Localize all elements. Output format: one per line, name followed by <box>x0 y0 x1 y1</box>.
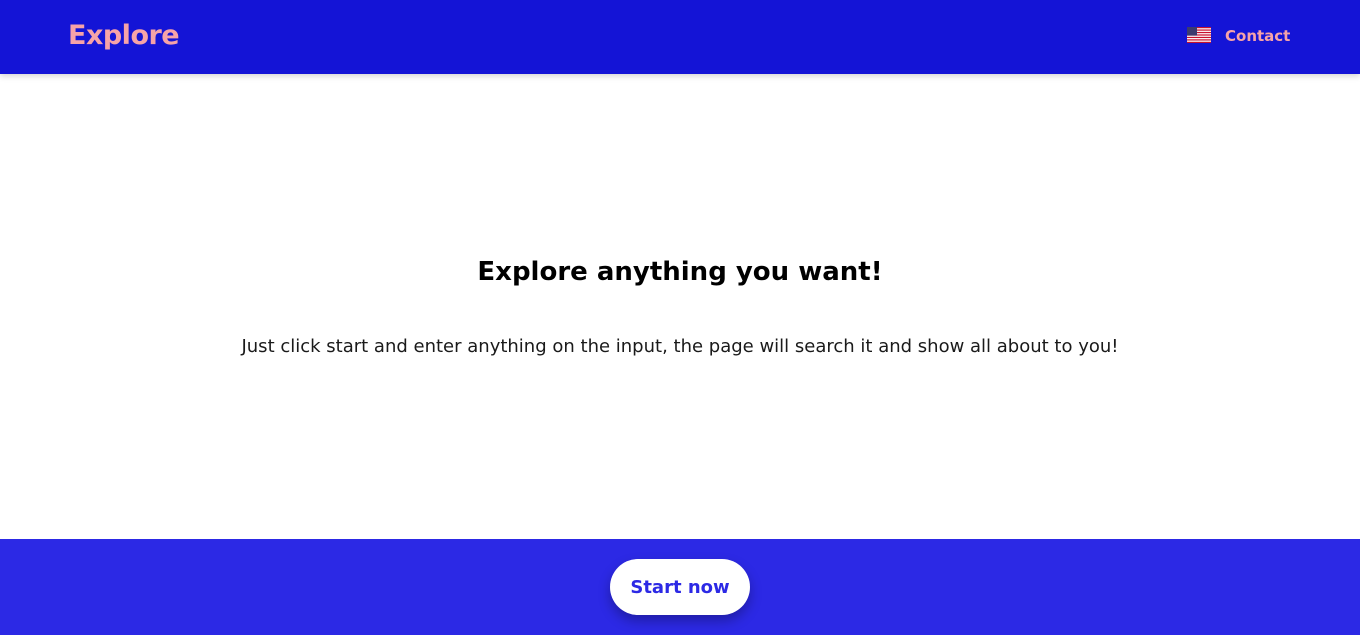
hero-headline: Explore anything you want! <box>477 257 883 287</box>
hero-description: Just click start and enter anything on t… <box>241 336 1119 357</box>
top-navbar: Explore Contact <box>0 0 1360 74</box>
start-now-button[interactable]: Start now <box>610 559 750 615</box>
hero-section: Explore anything you want! Just click st… <box>0 74 1360 539</box>
logo-link[interactable]: Explore <box>68 19 180 53</box>
contact-link[interactable]: Contact <box>1225 26 1290 46</box>
us-flag-icon[interactable] <box>1187 27 1211 43</box>
footer-bar: Start now <box>0 539 1360 635</box>
